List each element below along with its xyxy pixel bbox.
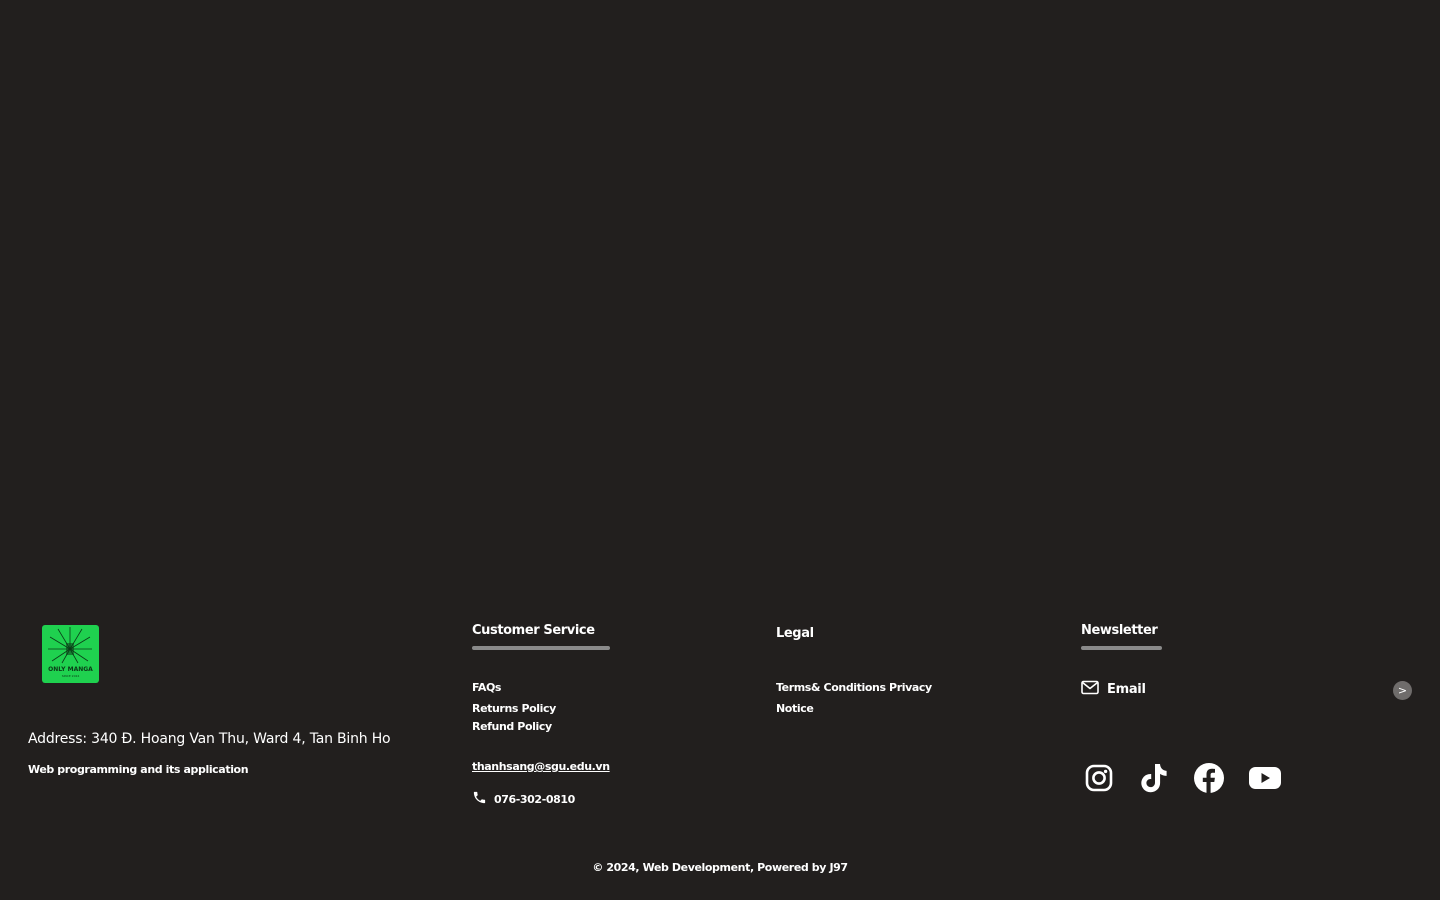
phone-number: 076-302-0810 [494, 793, 575, 806]
customer-service-heading: Customer Service [472, 623, 595, 638]
instagram-icon[interactable] [1080, 759, 1118, 797]
newsletter-heading: Newsletter [1081, 623, 1158, 638]
phone-contact[interactable]: 076-302-0810 [472, 790, 575, 809]
newsletter-divider [1081, 646, 1162, 650]
phone-icon [472, 790, 487, 809]
newsletter-email-input[interactable]: Email [1081, 680, 1146, 699]
logo-graphic: ONLY MANGA SINCE 2024 [48, 627, 93, 678]
brand-logo[interactable]: ONLY MANGA SINCE 2024 [42, 625, 99, 683]
logo-subtext: SINCE 2024 [62, 674, 80, 678]
returns-policy-link[interactable]: Returns Policy [472, 702, 556, 715]
privacy-notice-link[interactable]: Notice [776, 702, 814, 715]
logo-wordmark: ONLY MANGA [48, 666, 93, 673]
contact-email-link[interactable]: thanhsang@sgu.edu.vn [472, 760, 610, 773]
legal-heading: Legal [776, 626, 814, 641]
newsletter-email-label: Email [1107, 682, 1146, 697]
copyright-text: © 2024, Web Development, Powered by J97 [592, 861, 848, 874]
newsletter-submit-button[interactable]: > [1393, 681, 1412, 700]
facebook-icon[interactable] [1190, 759, 1228, 797]
store-address: Address: 340 Đ. Hoang Van Thu, Ward 4, T… [28, 731, 391, 747]
mail-icon [1081, 680, 1099, 699]
refund-policy-link[interactable]: Refund Policy [472, 720, 552, 733]
customer-service-divider [472, 646, 610, 650]
tiktok-icon[interactable] [1135, 759, 1173, 797]
terms-privacy-link[interactable]: Terms& Conditions Privacy [776, 681, 932, 694]
faqs-link[interactable]: FAQs [472, 681, 501, 694]
youtube-icon[interactable] [1246, 759, 1284, 797]
brand-tagline: Web programming and its application [28, 763, 249, 776]
